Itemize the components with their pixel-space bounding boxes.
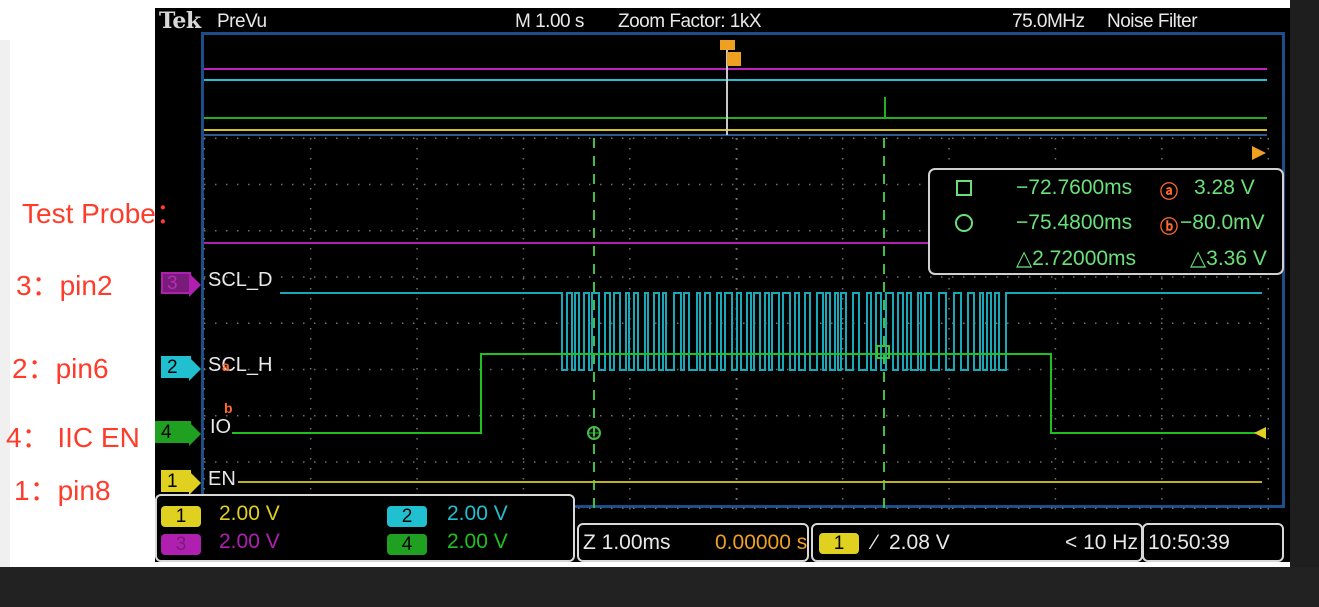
cursor-a-square-icon bbox=[956, 180, 972, 196]
clock-time: 10:50:39 bbox=[1148, 531, 1230, 554]
trigger-frequency: < 10 Hz bbox=[1065, 531, 1138, 554]
test-probe-heading: Test Probe： bbox=[22, 198, 184, 229]
ch3-scale: 2.00 V bbox=[219, 530, 280, 553]
ch3-label: SCL_D bbox=[208, 269, 273, 291]
delta-volt: △3.36 V bbox=[1190, 247, 1267, 270]
trigger-source-badge[interactable]: 1 bbox=[819, 533, 859, 554]
ch4-marker[interactable]: 4 bbox=[155, 421, 201, 446]
ch4-scale-badge[interactable]: 4 bbox=[387, 534, 427, 555]
channel-scale-panel[interactable]: 1 2.00 V 2 2.00 V 3 2.00 V 4 2.00 V bbox=[155, 494, 575, 562]
ch1-marker[interactable]: 1 bbox=[161, 470, 201, 495]
rising-edge-icon: ⁄ bbox=[873, 531, 877, 554]
cursor-b-marker: b bbox=[224, 400, 233, 416]
zoom-scale: Z 1.00ms bbox=[583, 531, 671, 554]
ch1-scale: 2.00 V bbox=[219, 502, 280, 525]
ch2-marker[interactable]: 2 bbox=[161, 356, 201, 381]
probe-label-3: 3：pin2 bbox=[16, 270, 113, 301]
probe-label-1: 1：pin8 bbox=[14, 475, 111, 506]
ch3-scale-badge[interactable]: 3 bbox=[161, 534, 201, 555]
horizontal-position: 0.00000 s bbox=[715, 531, 808, 554]
trigger-level: 2.08 V bbox=[889, 531, 950, 554]
cursor-a-marker: a bbox=[222, 358, 230, 374]
trigger-panel[interactable]: 1 ⁄ 2.08 V < 10 Hz bbox=[811, 523, 1143, 562]
ch1-label: EN bbox=[208, 468, 236, 490]
cursor-a-icon: ⓐ bbox=[1160, 182, 1178, 202]
ch2-trace bbox=[280, 292, 1262, 371]
cursor-b-volt: −80.0mV bbox=[1180, 211, 1265, 234]
cursor-a-volt: 3.28 V bbox=[1194, 176, 1255, 199]
ch4-scale: 2.00 V bbox=[447, 530, 508, 553]
ch2-scale-badge[interactable]: 2 bbox=[387, 506, 427, 527]
ch2-scale: 2.00 V bbox=[447, 502, 508, 525]
delta-time: △2.72000ms bbox=[1016, 247, 1137, 270]
cursor-b-time: −75.4800ms bbox=[1016, 211, 1133, 234]
screenshot: Tek PreVu M 1.00 s Zoom Factor: 1kX 75.0… bbox=[0, 0, 1319, 607]
clock-panel: 10:50:39 bbox=[1142, 523, 1284, 562]
zoom-overview bbox=[204, 40, 1267, 136]
cursor-b-circle-icon bbox=[955, 214, 973, 232]
cursor-b-icon: ⓑ bbox=[1160, 217, 1178, 237]
horizontal-panel[interactable]: Z 1.00ms 0.00000 s bbox=[577, 523, 809, 562]
cursor-readout-panel[interactable]: −72.7600ms ⓐ 3.28 V −75.4800ms ⓑ −80.0mV… bbox=[928, 168, 1284, 275]
cursor-a-time: −72.7600ms bbox=[1016, 176, 1133, 199]
ch2-label: SCL_H bbox=[208, 354, 273, 376]
probe-label-4: 4： IIC EN bbox=[6, 422, 140, 453]
ch1-scale-badge[interactable]: 1 bbox=[161, 506, 201, 527]
ch3-marker[interactable]: 3 bbox=[161, 272, 201, 297]
probe-label-2: 2：pin6 bbox=[12, 353, 109, 384]
ch4-label: IO bbox=[210, 416, 232, 438]
